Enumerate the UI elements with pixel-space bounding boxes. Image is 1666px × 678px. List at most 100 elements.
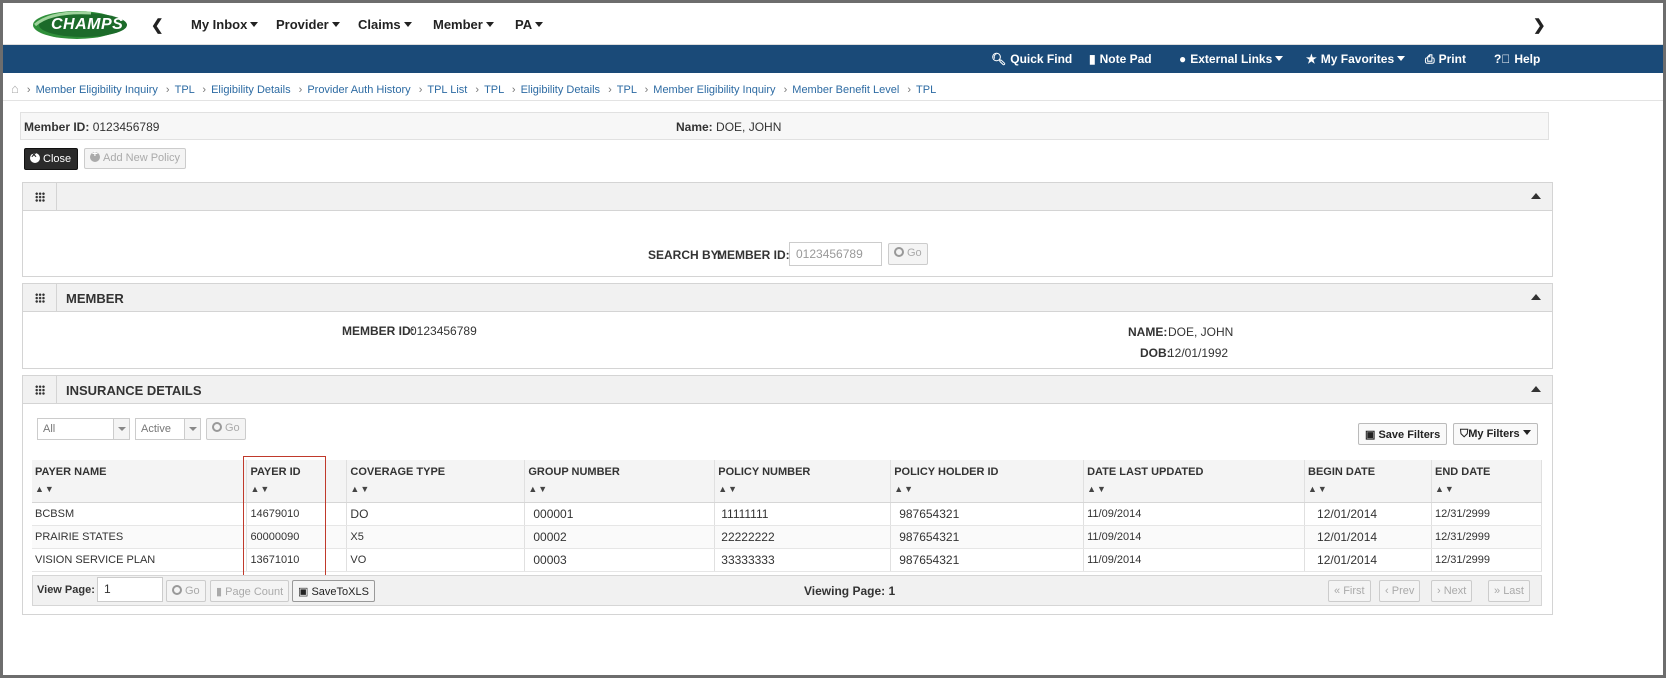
col-payer-name[interactable]: PAYER NAME ▲▼ [32,460,248,503]
external-links-menu[interactable]: ● External Links [1179,52,1284,66]
view-page-label: View Page: [37,584,95,596]
home-icon[interactable]: ⌂ [11,81,19,96]
name-value: DOE, JOHN [1168,325,1234,339]
sort-icon[interactable]: ▲▼ [1308,484,1427,494]
filter-status-select[interactable]: Active [135,418,201,440]
member-id-input[interactable]: 0123456789 [789,242,882,266]
champs-logo[interactable]: CHAMPS [31,9,131,41]
star-icon: ★ [1306,52,1317,66]
sort-icon[interactable]: ▲▼ [894,484,1079,494]
prev-page-button[interactable]: ‹ Prev [1379,580,1421,602]
chevron-left-icon[interactable]: ❮ [151,16,164,34]
view-page-input[interactable]: 1 [97,577,163,602]
first-page-button[interactable]: « First [1328,580,1371,602]
grid-icon[interactable] [23,284,57,311]
chevron-left-icon: ‹ [1385,585,1392,597]
menu-member[interactable]: Member [433,17,494,32]
policy-holder-id-cell: 987654321 [890,502,1085,526]
sort-icon[interactable]: ▲▼ [1087,484,1300,494]
collapse-icon[interactable] [1531,294,1541,300]
menu-pa[interactable]: PA [515,17,544,32]
col-policy-number[interactable]: POLICY NUMBER ▲▼ [714,460,892,503]
name-label: NAME: [1128,325,1168,339]
member-id-label: Member ID: [24,120,90,134]
col-coverage-type[interactable]: COVERAGE TYPE ▲▼ [346,460,526,503]
go-icon [172,585,182,595]
my-favorites-menu[interactable]: ★ My Favorites [1306,52,1406,66]
col-group-number[interactable]: GROUP NUMBER ▲▼ [524,460,716,503]
coverage-type-cell: VO [346,548,526,572]
breadcrumb-link[interactable]: TPL [484,84,504,96]
search-go-button[interactable]: Go [888,243,928,265]
page-count-button[interactable]: ▮ Page Count [210,580,290,602]
group-number-cell: 000001 [524,502,716,526]
menu-my-inbox[interactable]: My Inbox [191,17,259,32]
breadcrumb-link[interactable]: TPL List [427,84,467,96]
payer-name-cell: BCBSM [32,502,248,526]
filter-go-button[interactable]: Go [206,418,246,440]
dob-label: DOB: [1140,346,1171,360]
end-date-cell: 12/31/2999 [1431,525,1543,549]
col-policy-holder-id[interactable]: POLICY HOLDER ID ▲▼ [890,460,1085,503]
globe-icon: ● [1179,52,1187,66]
close-button[interactable]: Close [24,148,78,170]
collapse-icon[interactable] [1531,386,1541,392]
payer-name-cell: VISION SERVICE PLAN [32,548,248,572]
date-last-updated-cell: 11/09/2014 [1083,502,1306,526]
policy-holder-id-cell: 987654321 [890,525,1085,549]
menu-claims[interactable]: Claims [358,17,412,32]
breadcrumb-link[interactable]: Provider Auth History [307,84,410,96]
menu-provider[interactable]: Provider [276,17,340,32]
next-page-button[interactable]: › Next [1431,580,1473,602]
sort-icon[interactable]: ▲▼ [350,484,520,494]
note-pad-button[interactable]: ▮ Note Pad [1089,52,1152,66]
save-to-xls-button[interactable]: ▣ SaveToXLS [292,580,375,602]
grid-icon[interactable] [23,183,57,210]
breadcrumb-link[interactable]: TPL [175,84,195,96]
view-page-go-button[interactable]: Go [166,580,206,602]
sort-icon[interactable]: ▲▼ [1435,484,1537,494]
name-value: DOE, JOHN [716,120,782,134]
group-number-cell: 00003 [524,548,716,572]
save-filters-button[interactable]: ▣ Save Filters [1358,423,1448,445]
breadcrumb-link[interactable]: TPL [617,84,637,96]
member-id-label: MEMBER ID: [342,324,415,338]
breadcrumb-current[interactable]: TPL [916,84,936,96]
table-footer: View Page: 1 Go ▮ Page Count ▣ SaveToXLS… [32,575,1542,606]
coverage-type-cell: X5 [346,525,526,549]
chevron-right-icon[interactable]: ❯ [1533,16,1546,34]
breadcrumb-link[interactable]: Eligibility Details [211,84,290,96]
print-button[interactable]: ⎙ Print [1425,52,1466,67]
document-icon: ▮ [216,586,226,598]
date-last-updated-cell: 11/09/2014 [1083,525,1306,549]
my-filters-menu[interactable]: ⛉My Filters [1453,423,1538,445]
breadcrumb-link[interactable]: Member Eligibility Inquiry [653,84,775,96]
sort-icon[interactable]: ▲▼ [528,484,710,494]
document-icon: ▮ [1089,52,1096,66]
filter-all-select[interactable]: All [37,418,130,440]
col-end-date[interactable]: END DATE ▲▼ [1431,460,1543,503]
dob-value: 12/01/1992 [1168,346,1229,360]
insurance-panel-title: INSURANCE DETAILS [66,383,202,398]
col-begin-date[interactable]: BEGIN DATE ▲▼ [1304,460,1432,503]
member-panel-title: MEMBER [66,291,124,306]
policy-holder-id-cell: 987654321 [890,548,1085,572]
help-button[interactable]: ?⃝ Help [1494,52,1540,66]
breadcrumb-link[interactable]: Member Benefit Level [792,84,899,96]
collapse-icon[interactable] [1531,193,1541,199]
filter-icon: ⛉ [1460,428,1469,440]
add-new-policy-button[interactable]: Add New Policy [84,148,187,169]
sort-icon[interactable]: ▲▼ [718,484,886,494]
col-date-last-updated[interactable]: DATE LAST UPDATED ▲▼ [1083,460,1306,503]
breadcrumb: ⌂ › Member Eligibility Inquiry › TPL › Elig… [3,73,1663,101]
policy-number-cell: 22222222 [714,525,892,549]
breadcrumb-link[interactable]: Member Eligibility Inquiry [36,84,158,96]
last-page-button[interactable]: » Last [1488,580,1530,602]
go-icon [894,247,904,257]
quick-find-button[interactable]: 🔍︎ Quick Find [991,52,1072,66]
go-icon [212,422,222,432]
grid-icon[interactable] [23,376,57,403]
sort-icon[interactable]: ▲▼ [35,484,242,494]
breadcrumb-link[interactable]: Eligibility Details [521,84,600,96]
member-panel: MEMBER MEMBER ID: 0123456789 NAME: DOE, … [22,283,1553,369]
